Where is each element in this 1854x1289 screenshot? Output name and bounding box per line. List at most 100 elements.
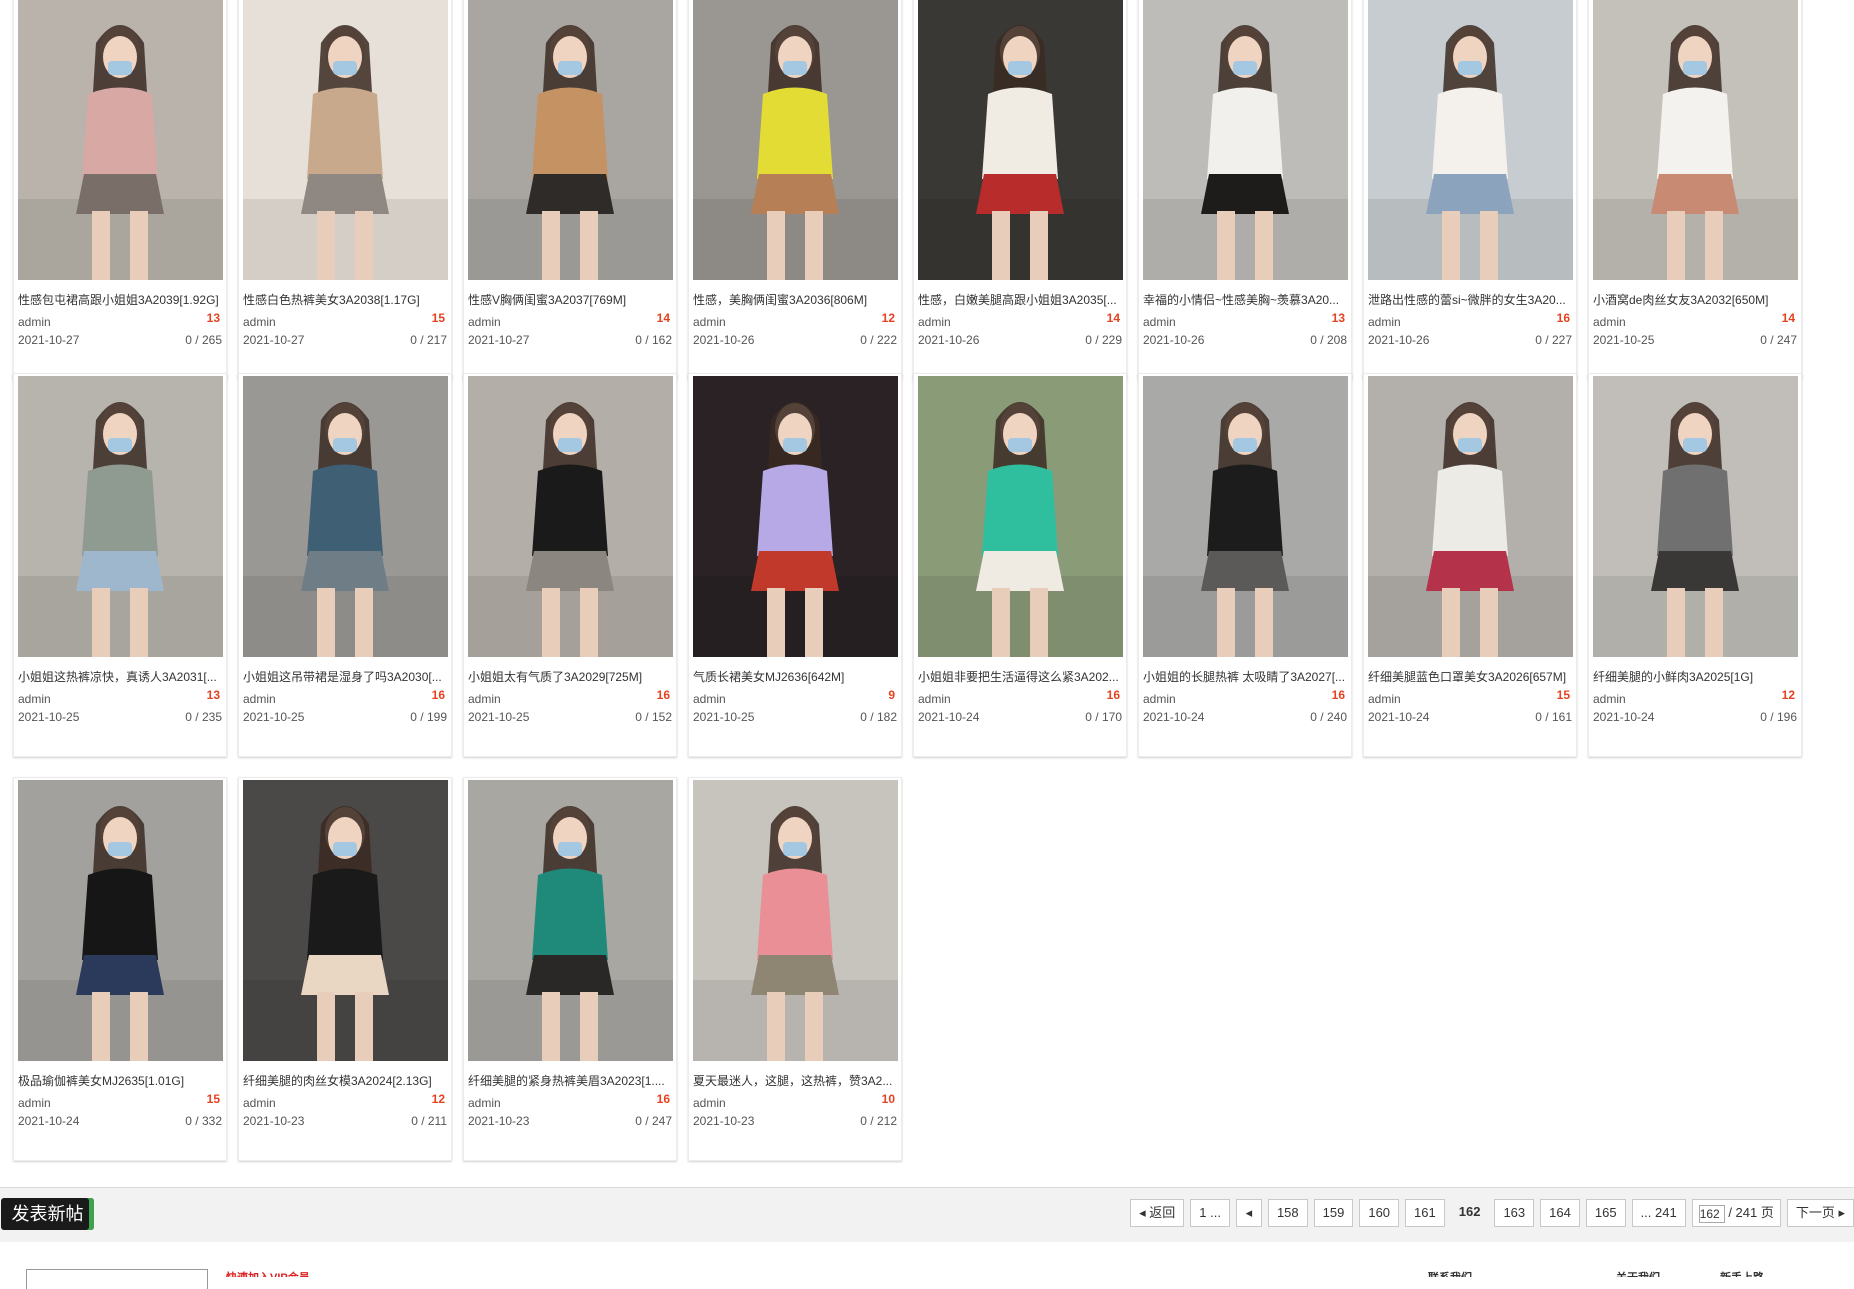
post-thumbnail[interactable] [693,0,898,280]
vip-notice-link[interactable]: 快速加入VIP会员 [226,1269,310,1277]
post-thumbnail[interactable] [918,0,1123,280]
prev-page-button[interactable]: ◂ [1235,1199,1262,1227]
post-title[interactable]: 纤细美腿蓝色口罩美女3A2026[657M] [1368,668,1574,685]
post-title[interactable]: 性感，白嫩美腿高跟小姐姐3A2035[... [918,291,1124,308]
contact-link[interactable]: 联系我们 [1428,1269,1472,1277]
post-author[interactable]: admin [243,315,276,329]
post-author[interactable]: admin [468,1096,501,1110]
post-title[interactable]: 小酒窝de肉丝女友3A2032[650M] [1593,291,1799,308]
post-title[interactable]: 纤细美腿的紧身热裤美眉3A2023[1.... [468,1072,674,1089]
post-thumbnail[interactable] [1593,376,1798,657]
page-link[interactable]: 158 [1267,1199,1308,1227]
post-thumbnail[interactable] [18,0,223,280]
post-title[interactable]: 纤细美腿的肉丝女模3A2024[2.13G] [243,1072,449,1089]
post-title[interactable]: 性感V胸俩闺蜜3A2037[769M] [468,291,674,308]
post-author[interactable]: admin [18,315,51,329]
post-title[interactable]: 小姐姐的长腿热裤 太吸睛了3A2027[... [1143,668,1349,685]
post-title[interactable]: 小姐姐这吊带裙是湿身了吗3A2030[... [243,668,449,685]
post-author[interactable]: admin [243,1096,276,1110]
new-post-button[interactable]: 发表新帖 [1,1198,94,1230]
post-thumbnail[interactable] [18,780,223,1061]
post-card[interactable]: 性感V胸俩闺蜜3A2037[769M] admin 14 2021-10-27 … [463,0,677,380]
post-title[interactable]: 性感，美胸俩闺蜜3A2036[806M] [693,291,899,308]
page-last[interactable]: ... 241 [1631,1199,1686,1227]
post-title[interactable]: 极品瑜伽裤美女MJ2635[1.01G] [18,1072,224,1089]
post-card[interactable]: 小姐姐这热裤凉快，真诱人3A2031[... admin 13 2021-10-… [13,373,227,757]
page-first[interactable]: 1 ... [1190,1199,1230,1227]
post-card[interactable]: 性感，美胸俩闺蜜3A2036[806M] admin 12 2021-10-26… [688,0,902,380]
page-jump-input[interactable]: 162 [1698,1204,1725,1223]
page-link[interactable]: 164 [1540,1199,1580,1227]
post-thumbnail[interactable] [1143,0,1348,280]
post-title[interactable]: 幸福的小情侣~性感美胸~羡慕3A20... [1143,291,1349,308]
post-author[interactable]: admin [468,315,501,329]
post-card[interactable]: 夏天最迷人，这腿，这热裤，赞3A2... admin 10 2021-10-23… [688,777,902,1161]
post-author[interactable]: admin [1368,315,1401,329]
post-author[interactable]: admin [1143,315,1176,329]
next-page-button[interactable]: 下一页 ▸ [1786,1199,1854,1227]
post-author[interactable]: admin [693,692,726,706]
post-card[interactable]: 小姐姐这吊带裙是湿身了吗3A2030[... admin 16 2021-10-… [238,373,452,757]
post-author[interactable]: admin [918,692,951,706]
post-author[interactable]: admin [1143,692,1176,706]
post-thumbnail[interactable] [243,376,448,657]
post-thumbnail[interactable] [693,780,898,1061]
post-card[interactable]: 幸福的小情侣~性感美胸~羡慕3A20... admin 13 2021-10-2… [1138,0,1352,380]
post-card[interactable]: 气质长裙美女MJ2636[642M] admin 9 2021-10-25 0 … [688,373,902,757]
post-author[interactable]: admin [693,1096,726,1110]
post-card[interactable]: 纤细美腿的肉丝女模3A2024[2.13G] admin 12 2021-10-… [238,777,452,1161]
page-link[interactable]: 160 [1359,1199,1400,1227]
post-card[interactable]: 纤细美腿的紧身热裤美眉3A2023[1.... admin 16 2021-10… [463,777,677,1161]
post-author[interactable]: admin [468,692,501,706]
post-author[interactable]: admin [243,692,276,706]
post-thumbnail[interactable] [693,376,898,657]
page-link[interactable]: 161 [1405,1199,1445,1227]
post-thumbnail[interactable] [18,376,223,657]
post-thumbnail[interactable] [468,780,673,1061]
post-author[interactable]: admin [1593,692,1626,706]
post-card[interactable]: 性感包屯裙高跟小姐姐3A2039[1.92G] admin 13 2021-10… [13,0,227,380]
back-button[interactable]: ◂ 返回 [1130,1199,1185,1227]
post-thumbnail[interactable] [918,376,1123,657]
post-title[interactable]: 夏天最迷人，这腿，这热裤，赞3A2... [693,1072,899,1089]
post-card[interactable]: 小姐姐太有气质了3A2029[725M] admin 16 2021-10-25… [463,373,677,757]
page-link[interactable]: 165 [1585,1199,1626,1227]
post-title[interactable]: 性感白色热裤美女3A2038[1.17G] [243,291,449,308]
post-thumbnail[interactable] [243,0,448,280]
post-thumbnail[interactable] [1368,0,1573,280]
post-card[interactable]: 小姐姐非要把生活逼得这么紧3A202... admin 16 2021-10-2… [913,373,1127,757]
post-card[interactable]: 纤细美腿的小鲜肉3A2025[1G] admin 12 2021-10-24 0… [1588,373,1802,757]
post-author[interactable]: admin [18,1096,51,1110]
post-thumbnail[interactable] [468,376,673,657]
post-author[interactable]: admin [18,692,51,706]
post-author[interactable]: admin [1593,315,1626,329]
post-card[interactable]: 性感白色热裤美女3A2038[1.17G] admin 15 2021-10-2… [238,0,452,380]
post-title[interactable]: 气质长裙美女MJ2636[642M] [693,668,899,685]
post-card[interactable]: 极品瑜伽裤美女MJ2635[1.01G] admin 15 2021-10-24… [13,777,227,1161]
post-thumbnail[interactable] [243,780,448,1061]
post-thumbnail[interactable] [1143,376,1348,657]
post-replies-views: 0 / 229 [1085,333,1122,347]
page-total: / 241 页 [1728,1205,1774,1220]
post-title[interactable]: 小姐姐非要把生活逼得这么紧3A202... [918,668,1124,685]
newbie-link[interactable]: 新手上路 [1720,1269,1764,1277]
post-title[interactable]: 泄路出性感的蕾si~微胖的女生3A20... [1368,291,1574,308]
post-card[interactable]: 泄路出性感的蕾si~微胖的女生3A20... admin 16 2021-10-… [1363,0,1577,380]
post-card[interactable]: 纤细美腿蓝色口罩美女3A2026[657M] admin 15 2021-10-… [1363,373,1577,757]
post-author[interactable]: admin [1368,692,1401,706]
post-title[interactable]: 小姐姐太有气质了3A2029[725M] [468,668,674,685]
post-author[interactable]: admin [918,315,951,329]
post-card[interactable]: 性感，白嫩美腿高跟小姐姐3A2035[... admin 14 2021-10-… [913,0,1127,380]
post-title[interactable]: 纤细美腿的小鲜肉3A2025[1G] [1593,668,1799,685]
page-link[interactable]: 163 [1494,1199,1535,1227]
post-title[interactable]: 小姐姐这热裤凉快，真诱人3A2031[... [18,668,224,685]
page-link[interactable]: 159 [1313,1199,1354,1227]
about-link[interactable]: 关于我们 [1616,1269,1660,1277]
post-card[interactable]: 小酒窝de肉丝女友3A2032[650M] admin 14 2021-10-2… [1588,0,1802,380]
post-thumbnail[interactable] [468,0,673,280]
post-author[interactable]: admin [693,315,726,329]
post-title[interactable]: 性感包屯裙高跟小姐姐3A2039[1.92G] [18,291,224,308]
post-card[interactable]: 小姐姐的长腿热裤 太吸睛了3A2027[... admin 16 2021-10… [1138,373,1352,757]
post-thumbnail[interactable] [1593,0,1798,280]
post-thumbnail[interactable] [1368,376,1573,657]
